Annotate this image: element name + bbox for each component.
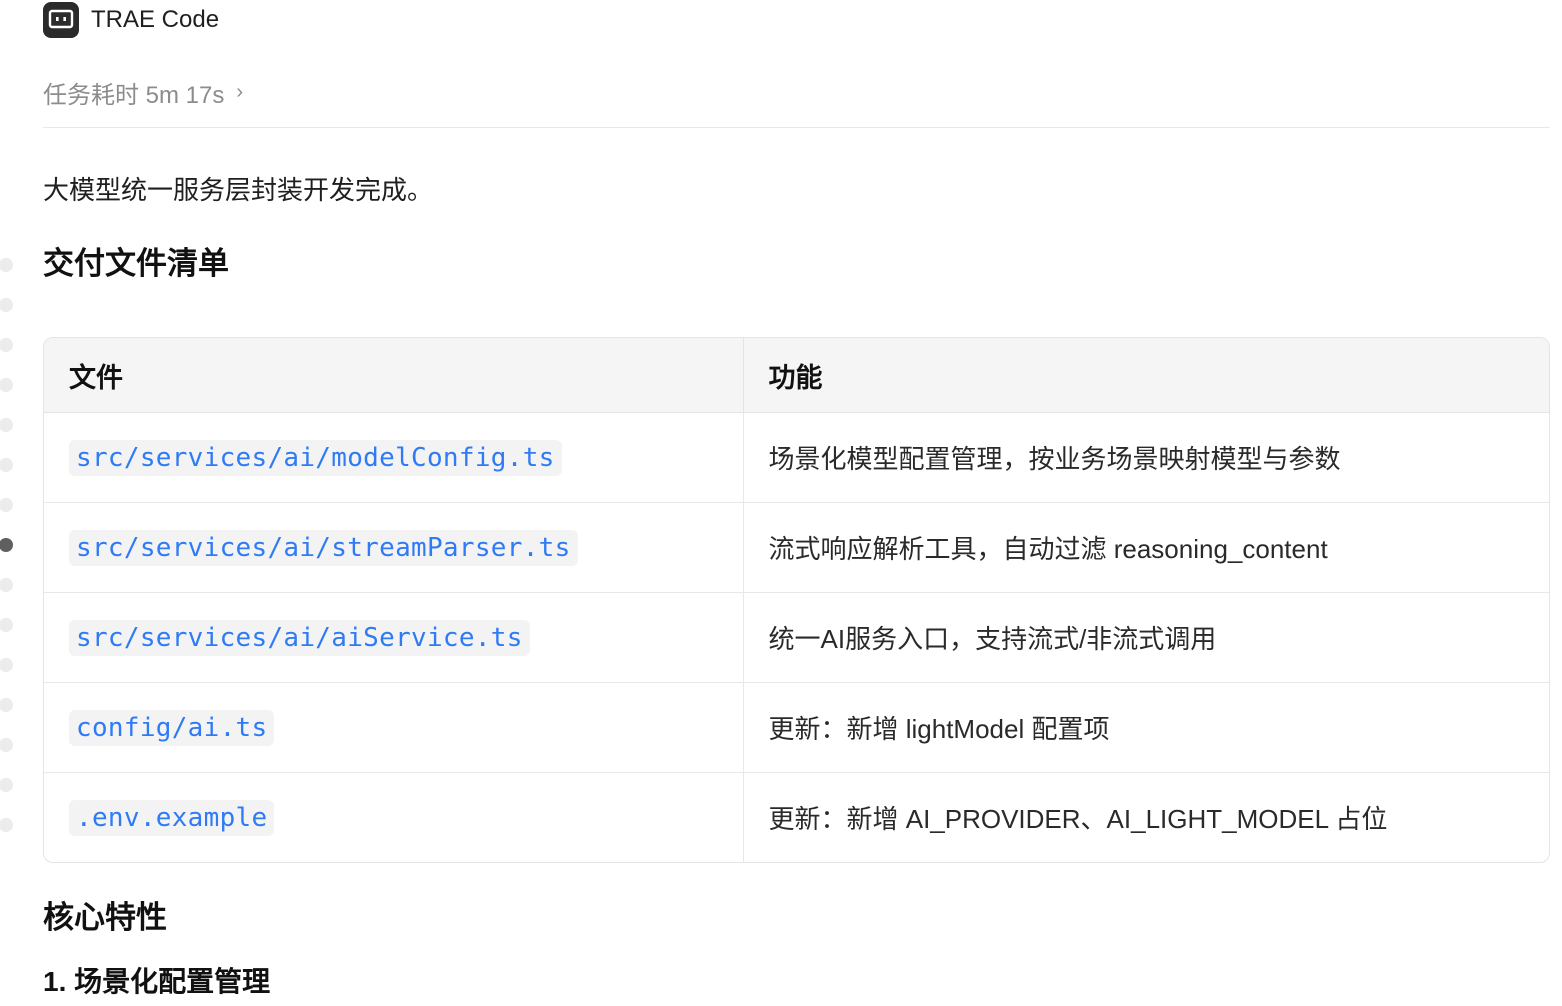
- timeline-dot[interactable]: [0, 458, 13, 472]
- chevron-right-icon: ›: [236, 80, 244, 103]
- timeline-dot[interactable]: [0, 498, 13, 512]
- assistant-header: TRAE Code: [43, 2, 219, 38]
- task-duration-label: 任务耗时 5m 17s: [43, 81, 225, 109]
- timeline-dot[interactable]: [0, 738, 13, 752]
- divider: [43, 127, 1550, 128]
- timeline-dot-active[interactable]: [0, 538, 13, 552]
- section-title-files: 交付文件清单: [43, 246, 229, 281]
- column-header-function: 功能: [742, 338, 1549, 413]
- files-table: 文件 功能 src/services/ai/modelConfig.ts 场景化…: [43, 337, 1550, 863]
- desc-cell: 场景化模型配置管理，按业务场景映射模型与参数: [742, 412, 1549, 503]
- file-path-code[interactable]: .env.example: [69, 799, 275, 836]
- app-name: TRAE Code: [91, 6, 220, 33]
- timeline-dot[interactable]: [0, 778, 13, 792]
- table-row: config/ai.ts 更新：新增 lightModel 配置项: [44, 682, 1549, 773]
- task-duration-toggle[interactable]: 任务耗时 5m 17s ›: [43, 74, 243, 110]
- desc-cell: 更新：新增 AI_PROVIDER、AI_LIGHT_MODEL 占位: [742, 772, 1549, 862]
- timeline-dot[interactable]: [0, 418, 13, 432]
- table-header-row: 文件 功能: [44, 338, 1549, 413]
- chat-message-panel: TRAE Code 任务耗时 5m 17s › 大模型统一服务层封装开发完成。 …: [0, 0, 1562, 1006]
- file-cell: src/services/ai/aiService.ts: [44, 592, 743, 683]
- timeline-dot[interactable]: [0, 378, 13, 392]
- desc-cell: 统一AI服务入口，支持流式/非流式调用: [742, 592, 1549, 683]
- file-path-code[interactable]: src/services/ai/aiService.ts: [69, 619, 530, 656]
- feature-subtitle: 1. 场景化配置管理: [43, 966, 271, 997]
- column-header-file: 文件: [44, 338, 743, 413]
- file-path-code[interactable]: src/services/ai/streamParser.ts: [69, 529, 578, 566]
- table-row: src/services/ai/aiService.ts 统一AI服务入口，支持…: [44, 592, 1549, 683]
- file-cell: .env.example: [44, 773, 743, 863]
- desc-cell: 更新：新增 lightModel 配置项: [742, 682, 1549, 773]
- file-cell: src/services/ai/streamParser.ts: [44, 502, 743, 593]
- timeline-dot[interactable]: [0, 618, 13, 632]
- timeline-dot[interactable]: [0, 258, 13, 272]
- terminal-chat-icon: [43, 2, 79, 38]
- file-path-code[interactable]: config/ai.ts: [69, 709, 275, 746]
- file-path-code[interactable]: src/services/ai/modelConfig.ts: [69, 439, 562, 476]
- file-cell: src/services/ai/modelConfig.ts: [44, 412, 743, 503]
- file-cell: config/ai.ts: [44, 682, 743, 773]
- timeline-dot[interactable]: [0, 298, 13, 312]
- intro-text: 大模型统一服务层封装开发完成。: [43, 175, 434, 205]
- timeline-dot[interactable]: [0, 578, 13, 592]
- timeline-dot[interactable]: [0, 818, 13, 832]
- table-row: src/services/ai/modelConfig.ts 场景化模型配置管理…: [44, 412, 1549, 503]
- table-row: src/services/ai/streamParser.ts 流式响应解析工具…: [44, 502, 1549, 593]
- table-row: .env.example 更新：新增 AI_PROVIDER、AI_LIGHT_…: [44, 772, 1549, 863]
- section-title-features: 核心特性: [43, 900, 167, 935]
- timeline-dot[interactable]: [0, 658, 13, 672]
- timeline-dot[interactable]: [0, 338, 13, 352]
- timeline-dot[interactable]: [0, 698, 13, 712]
- desc-cell: 流式响应解析工具，自动过滤 reasoning_content: [742, 502, 1549, 593]
